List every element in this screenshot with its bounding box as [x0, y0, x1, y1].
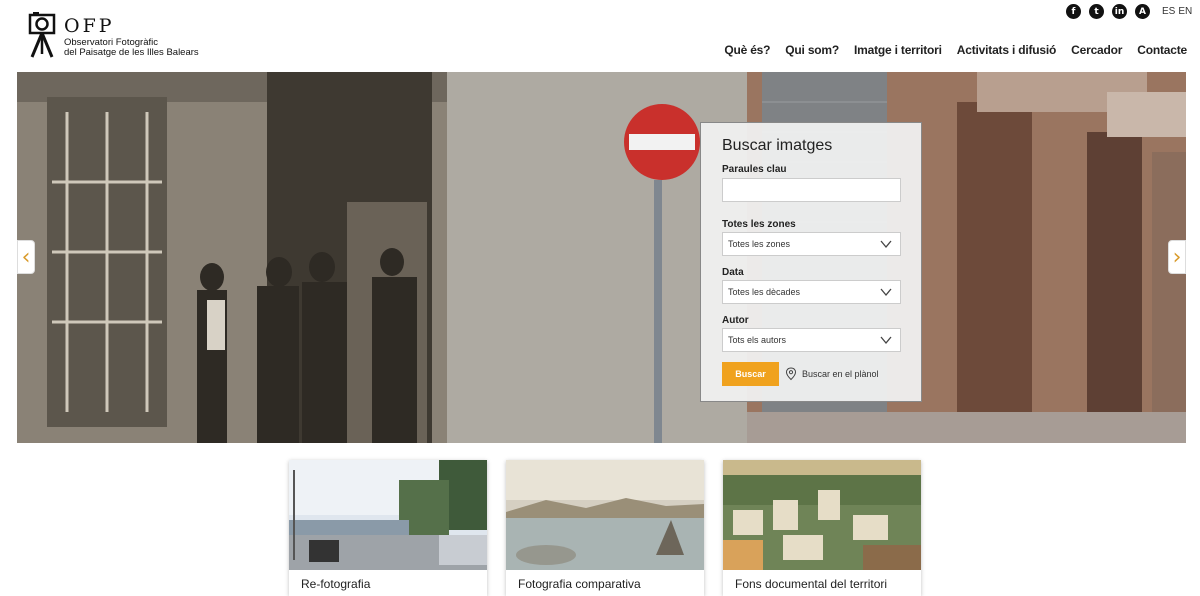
lang-en[interactable]: EN	[1178, 6, 1192, 17]
card-fotografia-comparativa[interactable]: Fotografia comparativa	[506, 460, 704, 596]
slider-next-arrow[interactable]: ›	[1168, 240, 1186, 274]
card-title: Re-fotografia	[301, 577, 371, 591]
card-image	[723, 460, 921, 570]
accessibility-icon[interactable]: A	[1135, 4, 1150, 19]
chevron-down-icon	[880, 288, 892, 297]
card-image	[506, 460, 704, 570]
image-search-panel: Buscar imatges Paraules clau Totes les z…	[700, 122, 922, 402]
date-label: Data	[722, 267, 744, 278]
facebook-icon[interactable]: f	[1066, 4, 1081, 19]
search-submit-button[interactable]: Buscar	[722, 362, 779, 386]
nav-qui-som[interactable]: Qui som?	[785, 43, 839, 57]
logo-wordmark: OFP	[64, 15, 115, 37]
hero-photo	[17, 72, 1186, 443]
card-refotografia[interactable]: Re-fotografia	[289, 460, 487, 596]
language-switcher: ES EN	[1162, 6, 1192, 17]
chevron-down-icon	[880, 336, 892, 345]
nav-activitats[interactable]: Activitats i difusió	[957, 43, 1057, 57]
slider-prev-arrow[interactable]: ‹	[17, 240, 35, 274]
author-label: Autor	[722, 315, 749, 326]
logo-subtitle-line2: del Paisatge de les Illes Balears	[64, 47, 199, 58]
date-select[interactable]: Totes les dècades	[722, 280, 901, 304]
card-title: Fons documental del territori	[735, 577, 888, 591]
zones-selected-value: Totes les zones	[728, 239, 791, 249]
social-links: f t in A	[1066, 4, 1150, 19]
twitter-icon[interactable]: t	[1089, 4, 1104, 19]
site-header: OFP Observatori Fotogràfic del Paisatge …	[0, 0, 1200, 72]
search-title: Buscar imatges	[722, 137, 833, 154]
author-selected-value: Tots els autors	[728, 335, 787, 345]
nav-contacte[interactable]: Contacte	[1137, 43, 1187, 57]
camera-tripod-logo-icon	[28, 12, 56, 58]
chevron-down-icon	[880, 240, 892, 249]
zones-select[interactable]: Totes les zones	[722, 232, 901, 256]
zones-label: Totes les zones	[722, 219, 796, 230]
card-title: Fotografia comparativa	[518, 577, 641, 591]
nav-imatge-territori[interactable]: Imatge i territori	[854, 43, 942, 57]
nav-que-es[interactable]: Què és?	[724, 43, 770, 57]
lang-es[interactable]: ES	[1162, 6, 1175, 17]
keywords-label: Paraules clau	[722, 164, 787, 175]
card-image	[289, 460, 487, 570]
card-fons-documental[interactable]: Fons documental del territori	[723, 460, 921, 596]
search-on-map-label: Buscar en el plànol	[802, 369, 879, 379]
search-on-map-link[interactable]: Buscar en el plànol	[785, 367, 879, 381]
hero-slider: ‹ ›	[17, 72, 1186, 443]
site-logo[interactable]: OFP Observatori Fotogràfic del Paisatge …	[28, 12, 228, 60]
author-select[interactable]: Tots els autors	[722, 328, 901, 352]
linkedin-icon[interactable]: in	[1112, 4, 1127, 19]
main-nav: Què és? Qui som? Imatge i territori Acti…	[724, 43, 1187, 57]
date-selected-value: Totes les dècades	[728, 287, 801, 297]
nav-cercador[interactable]: Cercador	[1071, 43, 1122, 57]
keywords-input[interactable]	[722, 178, 901, 202]
map-pin-icon	[785, 367, 797, 381]
